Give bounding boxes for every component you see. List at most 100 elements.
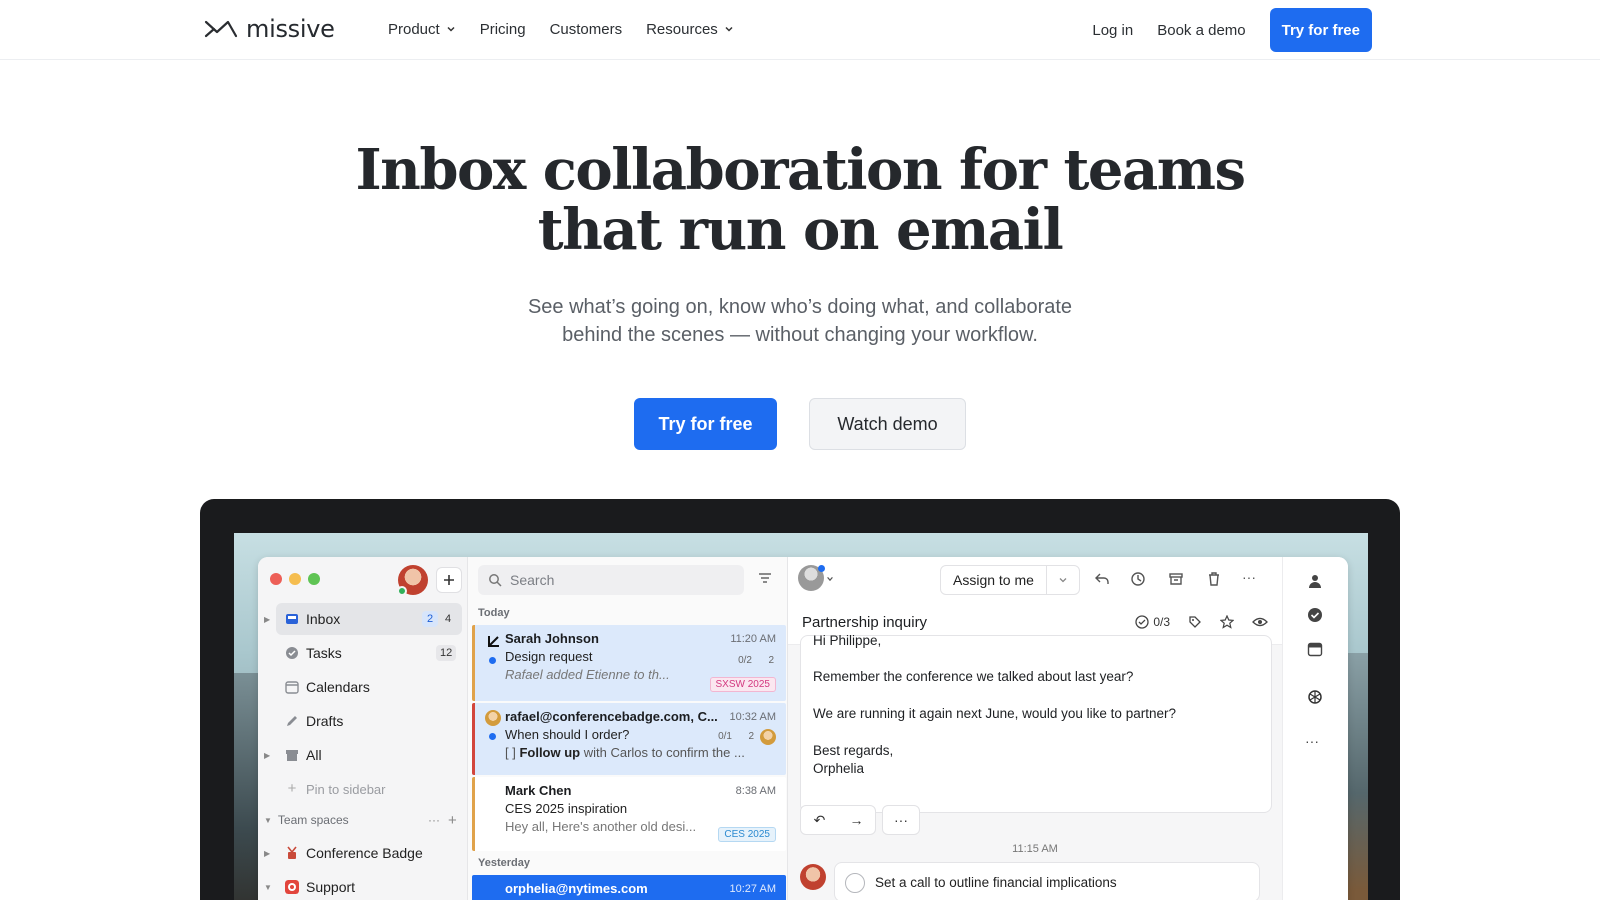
expand-caret-icon[interactable]: ▶ xyxy=(264,751,270,760)
sidebar-item-label: Calendars xyxy=(306,679,370,695)
close-window-button[interactable] xyxy=(270,573,282,585)
email-message: Hi Philippe, Remember the conference we … xyxy=(800,633,1272,813)
list-item[interactable]: orphelia@nytimes.com 10:27 AM xyxy=(472,875,786,900)
online-status-dot xyxy=(397,586,407,596)
sidebar-item-label: Conference Badge xyxy=(306,845,423,861)
contact-icon[interactable] xyxy=(1307,573,1323,589)
hero-subtitle-line2: behind the scenes — without changing you… xyxy=(562,324,1038,346)
hero-title: Inbox collaboration for teams that run o… xyxy=(0,140,1600,260)
sidebar-item-inbox[interactable]: ▶ Inbox 2 4 xyxy=(264,603,462,635)
hero-cta-row: Try for free Watch demo xyxy=(634,398,966,450)
conversation-list: Search Today Sarah Johnson 11:20 AM Desi… xyxy=(468,557,788,900)
minimize-window-button[interactable] xyxy=(289,573,301,585)
collapse-caret-icon[interactable]: ▼ xyxy=(264,883,272,892)
missive-app-window: ▶ Inbox 2 4 Tasks 12 Calendars Drafts ▶ … xyxy=(258,557,1348,900)
email-line: We are running it again next June, would… xyxy=(813,706,1176,721)
email-line: Remember the conference we talked about … xyxy=(813,669,1134,684)
message-time: 10:27 AM xyxy=(729,883,776,895)
nav-resources-label: Resources xyxy=(646,20,718,38)
more-integrations-icon[interactable]: ··· xyxy=(1305,733,1319,749)
star-icon[interactable] xyxy=(1220,615,1234,629)
presence-dot xyxy=(818,565,825,572)
unread-dot xyxy=(489,733,496,740)
label-tag[interactable]: SXSW 2025 xyxy=(709,677,776,692)
task-checkbox[interactable] xyxy=(845,873,865,893)
sidebar-item-label: Support xyxy=(306,879,356,895)
task-comment: Set a call to outline financial implicat… xyxy=(800,862,1272,900)
eye-icon[interactable] xyxy=(1252,615,1268,629)
nav-customers[interactable]: Customers xyxy=(550,21,623,38)
unread-dot xyxy=(489,657,496,664)
sender-avatar xyxy=(485,710,501,726)
nav-try-free-button[interactable]: Try for free xyxy=(1269,8,1372,52)
email-greeting: Hi Philippe, xyxy=(813,633,882,648)
team-spaces-header[interactable]: ▼ Team spaces ··· + xyxy=(264,812,462,829)
pencil-icon xyxy=(287,716,297,726)
reply-icon[interactable]: ↶ xyxy=(801,812,838,829)
snooze-clock-icon[interactable] xyxy=(1130,571,1146,587)
team-spaces-label: Team spaces xyxy=(277,813,349,827)
filter-icon[interactable] xyxy=(758,571,772,585)
chevron-down-icon[interactable] xyxy=(826,575,834,583)
openai-icon[interactable] xyxy=(1307,689,1323,705)
more-options-icon[interactable]: ··· xyxy=(882,805,920,835)
login-link[interactable]: Log in xyxy=(1092,22,1133,39)
more-options-icon[interactable]: ··· xyxy=(1242,569,1256,585)
message-preview: [ ] Follow up with Carlos to confirm the… xyxy=(505,745,776,760)
nav-pricing[interactable]: Pricing xyxy=(480,21,526,38)
calendar-icon xyxy=(285,681,299,694)
sidebar-item-drafts[interactable]: Drafts xyxy=(276,705,462,737)
hero-title-line2: that run on email xyxy=(537,197,1064,263)
message-subject: Design request xyxy=(505,649,593,664)
sidebar-item-tasks[interactable]: Tasks 12 xyxy=(276,637,462,669)
plus-icon xyxy=(444,575,454,585)
hero-title-line1: Inbox collaboration for teams xyxy=(355,137,1246,203)
nav-product[interactable]: Product xyxy=(388,21,456,38)
search-placeholder: Search xyxy=(510,572,555,588)
sidebar-item-conference-badge[interactable]: ▶ Conference Badge xyxy=(264,837,462,869)
search-input[interactable]: Search xyxy=(478,565,744,595)
reply-icon[interactable] xyxy=(1094,571,1110,587)
task-counter[interactable]: 0/3 xyxy=(1135,615,1170,629)
brand-logo[interactable]: missive xyxy=(204,14,335,44)
forward-icon[interactable]: → xyxy=(838,812,875,828)
calendar-icon[interactable] xyxy=(1307,641,1323,657)
hero-try-free-button[interactable]: Try for free xyxy=(634,398,777,450)
label-tag[interactable]: CES 2025 xyxy=(718,827,776,842)
list-item[interactable]: rafael@conferencebadge.com, C... 10:32 A… xyxy=(472,703,786,775)
collapse-caret-icon[interactable]: ▼ xyxy=(264,816,272,825)
conversation-pane: Assign to me ··· Partnership inquiry 0/3… xyxy=(788,557,1282,900)
sidebar-item-support[interactable]: ▼ Support xyxy=(264,871,462,900)
archive-icon[interactable] xyxy=(1168,571,1184,587)
list-item[interactable]: Mark Chen 8:38 AM CES 2025 inspiration H… xyxy=(472,777,786,851)
tasks-check-icon[interactable] xyxy=(1307,607,1323,623)
add-team-icon[interactable]: + xyxy=(448,812,457,829)
chevron-down-icon xyxy=(1059,578,1067,583)
expand-caret-icon[interactable]: ▶ xyxy=(264,849,270,858)
compose-button[interactable] xyxy=(436,567,462,593)
task-item[interactable]: Set a call to outline financial implicat… xyxy=(834,862,1260,900)
book-demo-link[interactable]: Book a demo xyxy=(1157,22,1245,39)
watch-demo-button[interactable]: Watch demo xyxy=(809,398,966,450)
missive-logo-icon xyxy=(204,20,238,38)
pin-to-sidebar[interactable]: + Pin to sidebar xyxy=(276,773,462,805)
message-preview: Hey all, Here's another old desi... xyxy=(505,819,697,834)
preview-checkbox: [ ] xyxy=(505,745,520,760)
tag-icon[interactable] xyxy=(1188,615,1202,629)
trash-icon[interactable] xyxy=(1206,571,1222,587)
assign-to-me-button[interactable]: Assign to me xyxy=(940,565,1080,595)
nav-resources[interactable]: Resources xyxy=(646,21,734,38)
conversation-subject: Partnership inquiry xyxy=(802,614,928,631)
assign-dropdown[interactable] xyxy=(1047,575,1079,585)
list-item[interactable]: Sarah Johnson 11:20 AM Design request 0/… xyxy=(472,625,786,701)
zoom-window-button[interactable] xyxy=(308,573,320,585)
sidebar-item-all[interactable]: ▶ All xyxy=(264,739,462,771)
sidebar-item-calendars[interactable]: Calendars xyxy=(276,671,462,703)
message-sender: rafael@conferencebadge.com, C... xyxy=(505,709,718,724)
email-signature: Orphelia xyxy=(813,761,865,776)
more-icon[interactable]: ··· xyxy=(428,813,440,827)
chevron-down-icon xyxy=(447,26,455,32)
message-preview: Rafael added Etienne to th... xyxy=(505,667,670,682)
day-label-yesterday: Yesterday xyxy=(478,857,530,869)
expand-caret-icon[interactable]: ▶ xyxy=(264,615,270,624)
